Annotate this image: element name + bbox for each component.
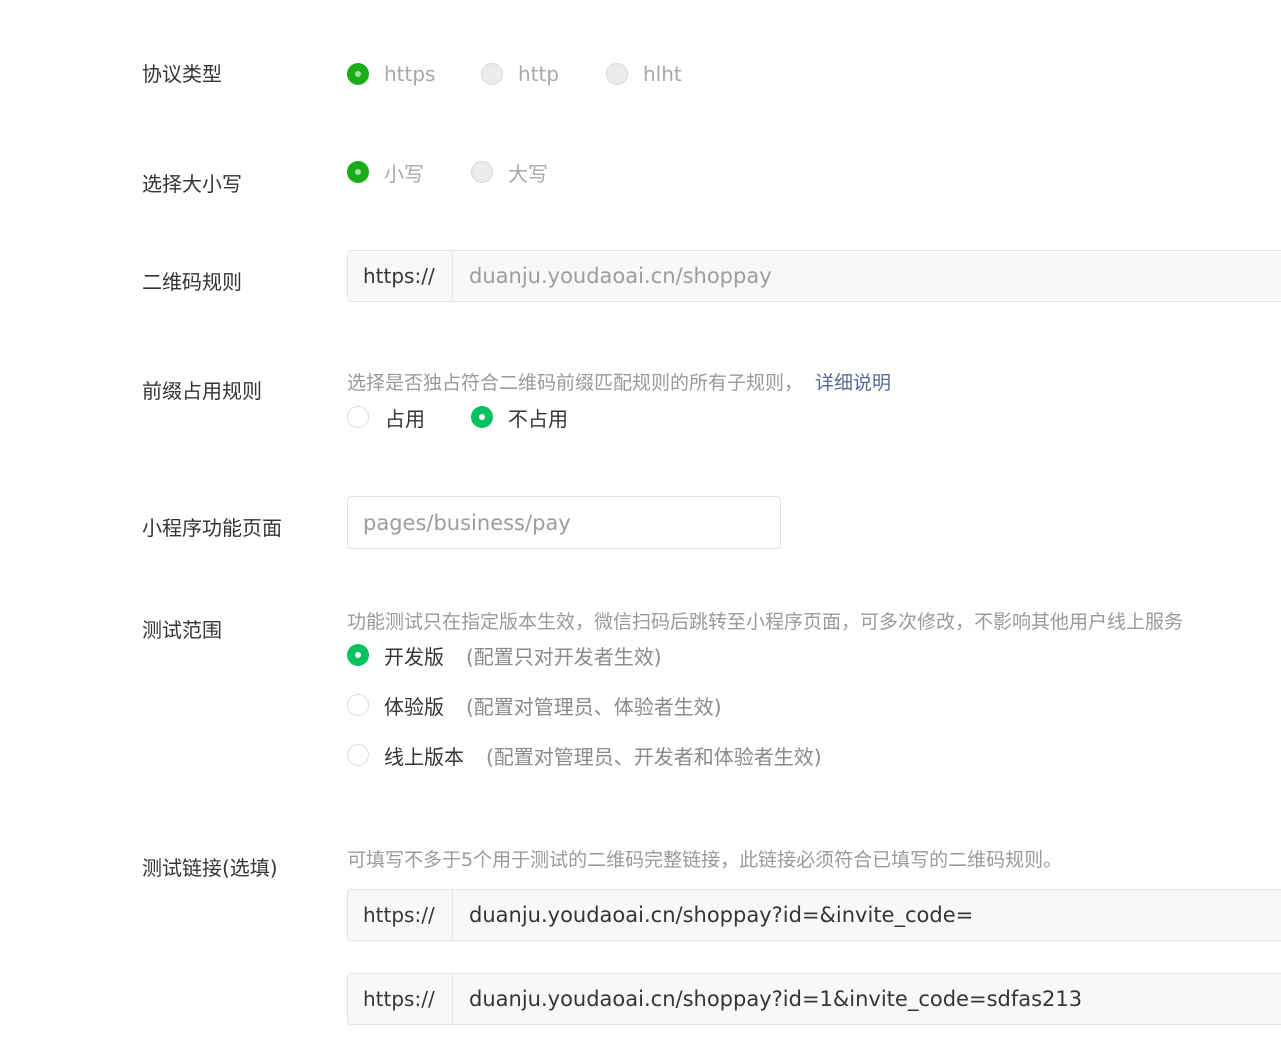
radio-unchecked-icon xyxy=(347,744,369,766)
radio-label: 占用 xyxy=(385,406,425,431)
test-link-prefix: https:// xyxy=(348,890,453,940)
radio-checked-icon xyxy=(347,161,369,183)
radio-note: (配置对管理员、体验者生效) xyxy=(466,694,722,719)
detail-link[interactable]: 详细说明 xyxy=(815,372,891,394)
radio-note: (配置对管理员、开发者和体验者生效) xyxy=(486,744,822,769)
radio-label: 开发版 xyxy=(384,644,444,669)
test-scope-label: 测试范围 xyxy=(142,618,222,642)
qr-rule-input[interactable]: duanju.youdaoai.cn/shoppay xyxy=(453,251,772,301)
case-label: 选择大小写 xyxy=(142,172,242,196)
radio-label: https xyxy=(384,62,436,86)
test-link-input-group: https:// duanju.youdaoai.cn/shoppay?id=1… xyxy=(347,973,1281,1025)
test-links-description: 可填写不多于5个用于测试的二维码完整链接，此链接必须符合已填写的二维码规则。 xyxy=(347,849,1063,871)
prefix-rule-label: 前缀占用规则 xyxy=(142,379,262,403)
radio-checked-icon xyxy=(347,644,369,666)
prefix-rule-description-text: 选择是否独占符合二维码前缀匹配规则的所有子规则， xyxy=(347,372,804,394)
test-scope-description: 功能测试只在指定版本生效，微信扫码后跳转至小程序页面，可多次修改，不影响其他用户… xyxy=(347,611,1184,633)
radio-protocol-http[interactable]: http xyxy=(481,60,559,88)
radio-label: 小写 xyxy=(384,161,424,186)
radio-checked-icon xyxy=(347,63,369,85)
page-label: 小程序功能页面 xyxy=(142,516,282,540)
radio-label: 线上版本 xyxy=(384,744,464,769)
radio-scope-dev[interactable]: 开发版 (配置只对开发者生效) xyxy=(347,641,662,669)
test-link-input-group: https:// duanju.youdaoai.cn/shoppay?id=&… xyxy=(347,889,1281,941)
qr-rule-input-group: https:// duanju.youdaoai.cn/shoppay xyxy=(347,250,1281,302)
page-input[interactable]: pages/business/pay xyxy=(347,496,781,549)
qr-rule-label: 二维码规则 xyxy=(142,270,242,294)
radio-unchecked-icon xyxy=(471,161,493,183)
radio-checked-icon xyxy=(471,406,493,428)
radio-scope-trial[interactable]: 体验版 (配置对管理员、体验者生效) xyxy=(347,691,722,719)
radio-scope-release[interactable]: 线上版本 (配置对管理员、开发者和体验者生效) xyxy=(347,741,822,769)
radio-prefix-occupy[interactable]: 占用 xyxy=(347,403,425,431)
radio-unchecked-icon xyxy=(481,63,503,85)
radio-label: 体验版 xyxy=(384,694,444,719)
radio-unchecked-icon xyxy=(347,406,369,428)
test-links-label: 测试链接(选填) xyxy=(142,856,278,880)
radio-protocol-https[interactable]: https xyxy=(347,60,435,88)
radio-unchecked-icon xyxy=(606,63,628,85)
radio-protocol-hlht[interactable]: hlht xyxy=(606,60,682,88)
radio-label: 大写 xyxy=(508,161,548,186)
prefix-rule-description: 选择是否独占符合二维码前缀匹配规则的所有子规则， 详细说明 xyxy=(347,368,891,395)
radio-note: (配置只对开发者生效) xyxy=(466,644,662,669)
protocol-label: 协议类型 xyxy=(142,62,222,86)
radio-case-lower[interactable]: 小写 xyxy=(347,158,424,186)
radio-case-upper[interactable]: 大写 xyxy=(471,158,548,186)
radio-unchecked-icon xyxy=(347,694,369,716)
test-link-prefix: https:// xyxy=(348,974,453,1024)
qr-rule-prefix: https:// xyxy=(348,251,453,301)
radio-prefix-not-occupy[interactable]: 不占用 xyxy=(471,403,568,431)
radio-label: http xyxy=(518,62,560,86)
radio-label: hlht xyxy=(643,62,682,86)
test-link-input[interactable]: duanju.youdaoai.cn/shoppay?id=&invite_co… xyxy=(453,890,973,940)
test-link-input[interactable]: duanju.youdaoai.cn/shoppay?id=1&invite_c… xyxy=(453,974,1082,1024)
radio-label: 不占用 xyxy=(508,406,568,431)
